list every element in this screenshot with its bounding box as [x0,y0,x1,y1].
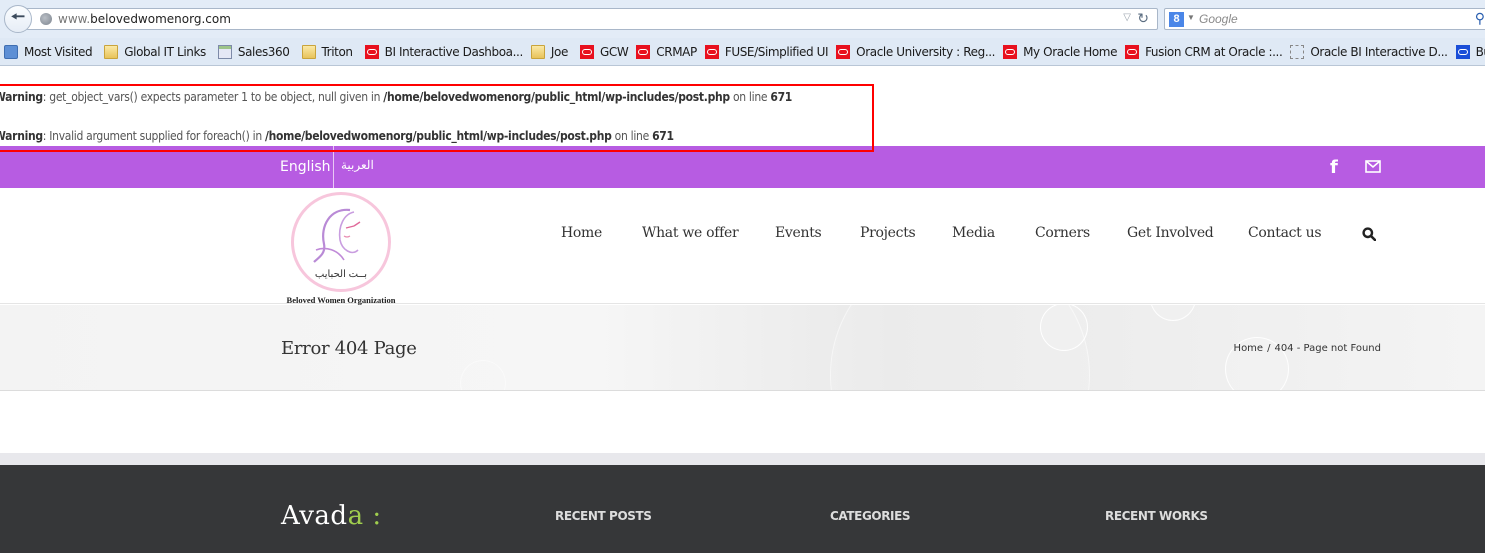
url-bar[interactable]: www.belovedwomenorg.com ▽ ↻ [26,8,1158,30]
bookmark-most-visited[interactable]: Most Visited [0,42,96,62]
bookmark-sales360[interactable]: Sales360 [214,42,294,62]
bookmark-fuse-simplified-ui[interactable]: FUSE/Simplified UI [701,42,832,62]
page-title: Error 404 Page [281,338,417,359]
nav-media[interactable]: Media [952,225,995,241]
nav-contact-us[interactable]: Contact us [1248,225,1322,241]
url-history-dropdown-icon[interactable]: ▽ [1123,12,1131,23]
oracle-icon [636,44,651,59]
search-bar[interactable]: 8 ▼ Google ⚲ [1164,8,1485,30]
bookmark-fusion-crm[interactable]: Fusion CRM at Oracle :... [1121,42,1286,62]
bookmark-bugsmart[interactable]: BugSmart [1452,42,1485,62]
folder-icon [301,44,316,59]
search-placeholder: Google [1199,12,1238,26]
decorative-bubble [830,305,1090,390]
reload-icon[interactable]: ↻ [1137,10,1149,27]
site-footer: Avada : RECENT POSTS CATEGORIES RECENT W… [0,465,1485,553]
breadcrumb-home-link[interactable]: Home [1234,343,1264,354]
most-visited-icon [4,44,18,59]
site-logo[interactable]: بــت الحبايب Beloved Women Organization [285,192,397,305]
oracle-icon [579,44,594,59]
logo-english-name: Beloved Women Organization [286,295,396,305]
bookmark-global-it-links[interactable]: Global IT Links [100,42,210,62]
highlight-box [0,84,874,152]
page-icon [217,44,232,59]
breadcrumb: Home/404 - Page not Found [1234,343,1381,354]
page-title-bar: Error 404 Page Home/404 - Page not Found [0,305,1485,391]
bookmark-triton[interactable]: Triton [298,42,357,62]
footer-heading-categories: CATEGORIES [830,509,911,523]
oracle-icon [836,44,851,59]
bugsmart-icon [1455,44,1470,59]
bookmark-bi-interactive-dashboard[interactable]: BI Interactive Dashboa... [361,42,527,62]
oracle-icon [704,44,719,59]
search-icon[interactable] [1362,227,1376,241]
top-bar: English العربية f [0,146,1485,188]
breadcrumb-separator: / [1267,343,1271,354]
blank-page-icon [1290,44,1305,59]
bookmark-oracle-bi-interactive[interactable]: Oracle BI Interactive D... [1286,42,1451,62]
back-arrow-icon: 🠔 [10,8,25,26]
footer-heading-recent-posts: RECENT POSTS [555,509,652,523]
nav-get-involved[interactable]: Get Involved [1127,225,1214,241]
footer-logo[interactable]: Avada : [281,501,382,531]
bookmark-joe[interactable]: Joe [527,42,572,62]
decorative-bubble [460,360,506,390]
nav-corners[interactable]: Corners [1035,225,1090,241]
bookmark-my-oracle-home[interactable]: My Oracle Home [999,42,1121,62]
search-magnifier-icon[interactable]: ⚲ [1475,10,1485,27]
oracle-icon [1003,44,1018,59]
site-header: بــت الحبايب Beloved Women Organization … [0,188,1485,305]
browser-navbar: 🠔 www.belovedwomenorg.com ▽ ↻ 8 ▼ Google… [0,0,1485,38]
php-warnings: Warning: get_object_vars() expects param… [0,66,1485,152]
engine-dropdown-icon[interactable]: ▼ [1187,13,1195,22]
footer-divider [0,453,1485,465]
breadcrumb-current: 404 - Page not Found [1274,343,1381,354]
oracle-icon [1125,44,1140,59]
oracle-icon [364,44,379,59]
language-separator [333,146,334,188]
bookmark-oracle-university[interactable]: Oracle University : Reg... [832,42,999,62]
email-icon[interactable] [1365,160,1381,173]
facebook-icon[interactable]: f [1330,157,1338,178]
woman-silhouette-icon [313,208,361,263]
bookmark-crmap[interactable]: CRMAP [632,42,701,62]
nav-home[interactable]: Home [561,225,602,241]
url-text: www.belovedwomenorg.com [58,12,231,26]
bookmarks-toolbar: Most Visited Global IT Links Sales360 Tr… [0,38,1485,66]
back-button[interactable]: 🠔 [4,5,32,33]
nav-what-we-offer[interactable]: What we offer [642,225,739,241]
footer-heading-recent-works: RECENT WORKS [1105,509,1208,523]
globe-icon [40,13,52,25]
language-english-link[interactable]: English [280,159,331,175]
nav-events[interactable]: Events [775,225,822,241]
google-engine-icon[interactable]: 8 [1169,12,1184,27]
language-arabic-link[interactable]: العربية [341,158,374,172]
bookmark-gcw[interactable]: GCW [576,42,632,62]
logo-arabic-name: بــت الحبايب [314,269,368,280]
nav-projects[interactable]: Projects [860,225,916,241]
folder-icon [104,44,119,59]
decorative-bubble [1150,305,1196,321]
folder-icon [530,44,545,59]
